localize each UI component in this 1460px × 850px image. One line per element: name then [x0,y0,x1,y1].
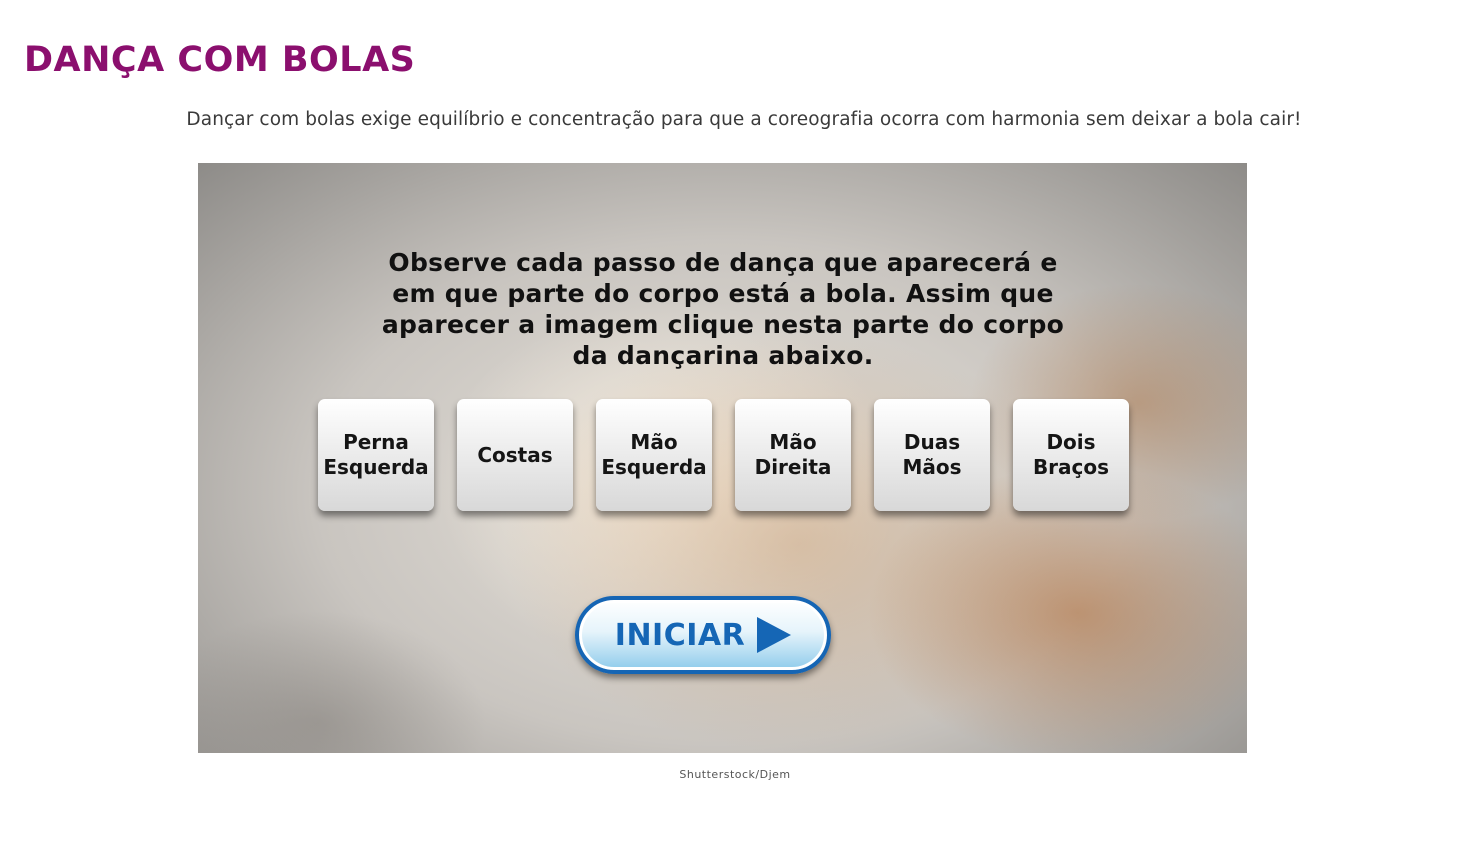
intro-text: Dançar com bolas exige equilíbrio e conc… [186,109,1302,130]
option-label: Mão Direita [754,430,832,479]
option-dois-bracos-button[interactable]: Dois Braços [1013,399,1129,511]
option-label: Costas [477,442,553,467]
option-mao-esquerda-button[interactable]: Mão Esquerda [596,399,712,511]
page-title: DANÇA COM BOLAS [24,40,416,80]
option-mao-direita-button[interactable]: Mão Direita [735,399,851,511]
start-button-label: INICIAR [614,617,746,653]
option-label: Duas Mãos [902,430,962,479]
option-costas-button[interactable]: Costas [457,399,573,511]
dance-game-frame[interactable]: Observe cada passo de dança que aparecer… [198,163,1247,753]
option-label: Dois Braços [1032,430,1110,479]
start-button[interactable]: INICIAR [575,596,831,674]
option-perna-esquerda-button[interactable]: Perna Esquerda [318,399,434,511]
game-instructions: Observe cada passo de dança que aparecer… [381,248,1065,370]
image-credit: Shutterstock/Djem [679,768,791,781]
option-label: Perna Esquerda [323,430,429,479]
play-arrow-icon [757,617,792,653]
option-label: Mão Esquerda [601,430,707,479]
option-duas-maos-button[interactable]: Duas Mãos [874,399,990,511]
